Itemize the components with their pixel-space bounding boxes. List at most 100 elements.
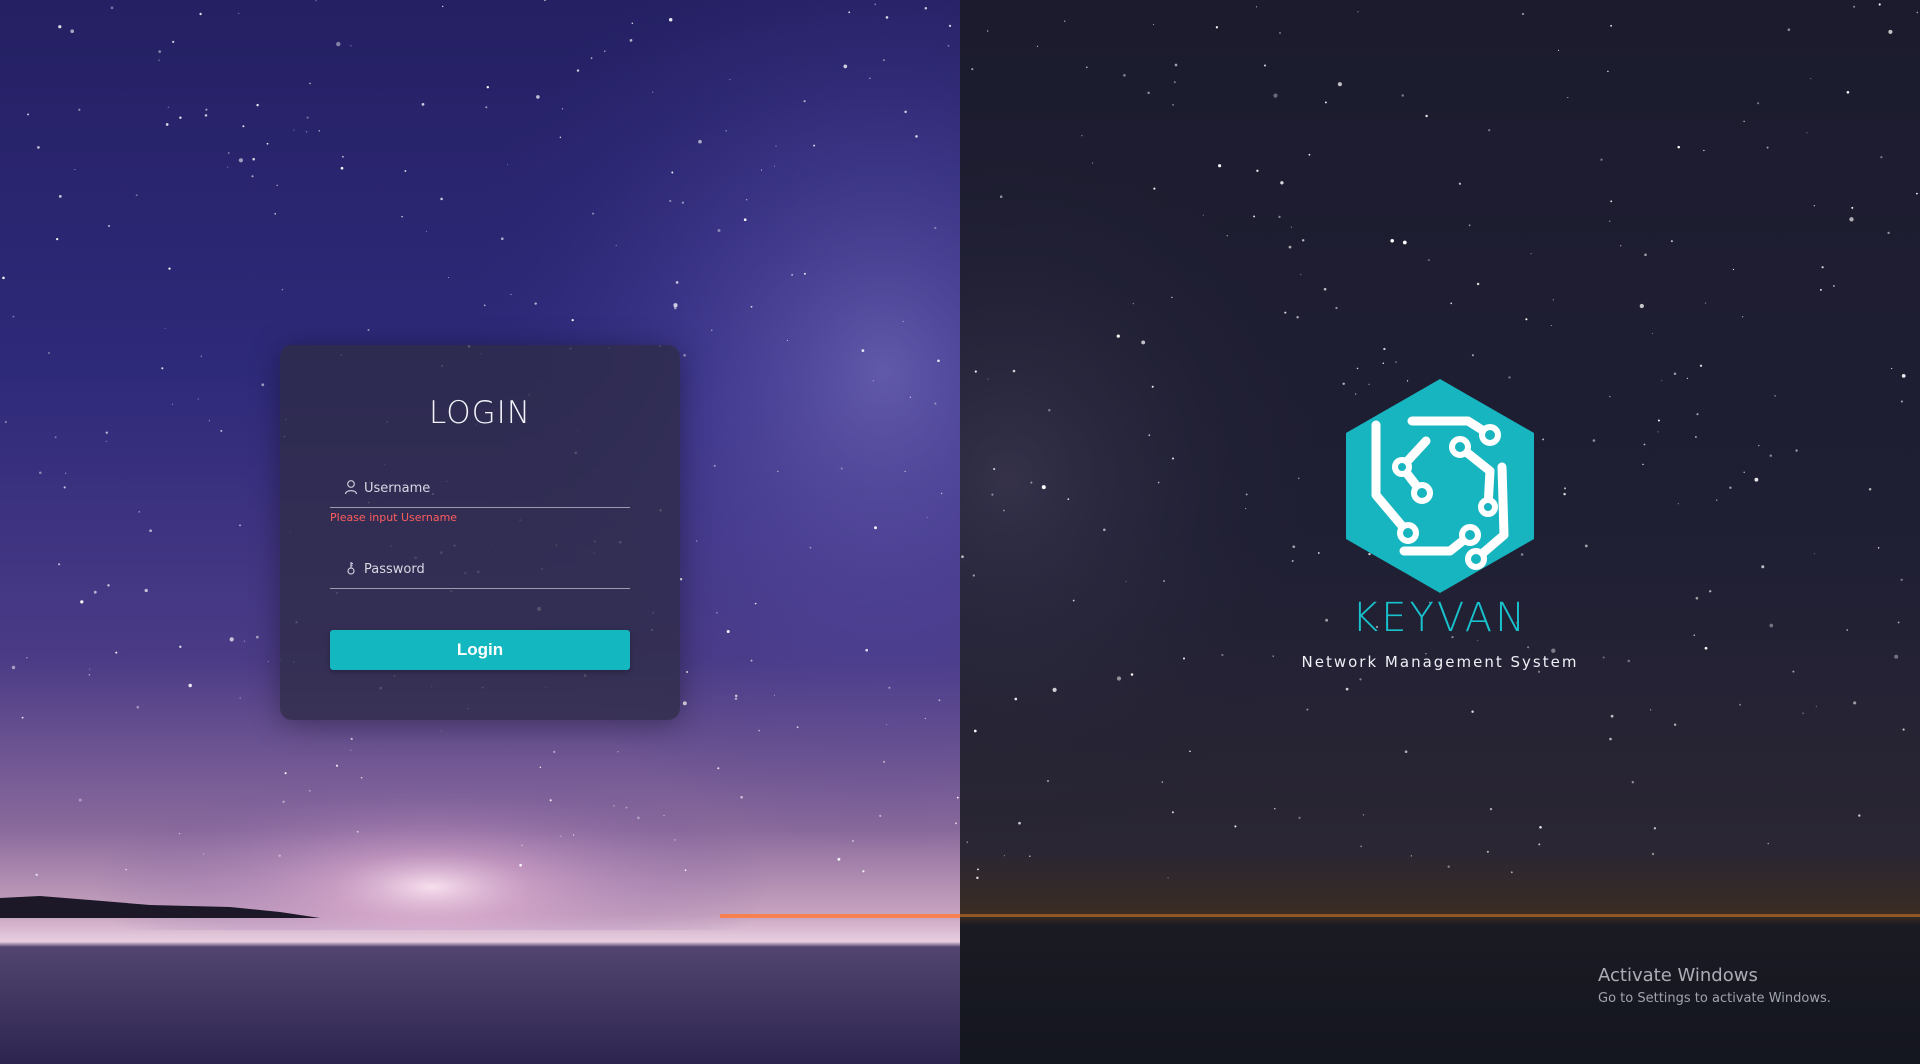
star — [773, 165, 776, 167]
star — [39, 471, 42, 474]
star — [915, 135, 918, 138]
star — [1657, 431, 1659, 433]
star — [360, 776, 363, 779]
star — [592, 212, 595, 215]
star — [188, 683, 192, 688]
star — [1447, 865, 1450, 868]
star — [238, 158, 244, 163]
star — [1642, 463, 1644, 466]
star — [760, 169, 763, 171]
star — [11, 665, 16, 670]
star — [1382, 362, 1385, 364]
star — [274, 213, 276, 215]
star — [671, 171, 674, 174]
username-field[interactable] — [330, 473, 630, 508]
star — [1018, 821, 1021, 825]
star — [1401, 94, 1404, 97]
password-input[interactable] — [364, 558, 624, 580]
star — [1395, 361, 1397, 363]
star — [1699, 364, 1703, 367]
star — [1693, 634, 1696, 637]
star — [1471, 710, 1474, 713]
star — [179, 645, 182, 649]
star — [1756, 102, 1760, 105]
star — [70, 29, 75, 34]
star — [879, 814, 882, 817]
star — [717, 228, 721, 233]
star — [909, 396, 912, 398]
star — [138, 511, 140, 513]
star — [1639, 303, 1644, 309]
star — [202, 853, 205, 855]
star — [1410, 855, 1412, 857]
star — [293, 129, 295, 131]
username-input[interactable] — [364, 477, 624, 499]
star — [125, 868, 127, 871]
star — [164, 327, 166, 329]
star — [938, 699, 941, 702]
star — [1815, 705, 1817, 707]
star — [1670, 240, 1673, 243]
star — [1802, 712, 1804, 714]
star — [1819, 288, 1822, 291]
star — [717, 767, 720, 770]
star — [500, 237, 504, 241]
star — [200, 355, 203, 358]
star — [715, 611, 718, 614]
star — [1806, 132, 1808, 134]
star — [1234, 825, 1237, 828]
star — [536, 95, 540, 99]
star — [734, 697, 738, 701]
star — [227, 166, 229, 168]
star — [999, 195, 1003, 198]
star — [956, 796, 959, 799]
star — [1116, 676, 1122, 681]
star — [1619, 244, 1622, 247]
star — [966, 841, 969, 843]
star — [108, 225, 110, 227]
star — [1029, 855, 1031, 857]
star — [1284, 311, 1287, 314]
star — [1858, 814, 1861, 817]
star — [1125, 581, 1127, 583]
star — [251, 175, 254, 178]
star — [674, 839, 676, 841]
star — [1263, 64, 1267, 67]
star — [924, 717, 926, 720]
star — [335, 764, 339, 767]
star — [1709, 590, 1712, 593]
star — [725, 130, 727, 132]
star — [1085, 66, 1088, 69]
star — [843, 64, 848, 69]
star — [683, 354, 686, 357]
star — [27, 113, 30, 116]
star — [1450, 302, 1453, 305]
star — [1610, 714, 1614, 718]
star — [1048, 409, 1051, 412]
star — [629, 39, 633, 42]
star — [539, 766, 542, 768]
star — [80, 600, 84, 604]
star — [947, 44, 950, 47]
star — [63, 486, 66, 489]
star — [775, 145, 777, 147]
star — [961, 555, 964, 559]
star — [519, 863, 522, 867]
watermark-subtitle: Go to Settings to activate Windows. — [1598, 991, 1831, 1006]
star — [1916, 192, 1918, 195]
star — [1661, 380, 1663, 382]
star — [1151, 385, 1154, 388]
star — [631, 22, 634, 25]
star — [1853, 5, 1856, 8]
star — [266, 142, 269, 145]
star — [1218, 164, 1222, 168]
star — [1651, 852, 1655, 856]
star — [1157, 481, 1160, 484]
login-button[interactable]: Login — [330, 630, 630, 670]
password-field[interactable] — [330, 554, 630, 589]
star — [37, 146, 40, 149]
star — [534, 302, 537, 305]
key-icon — [344, 560, 358, 576]
star — [1890, 367, 1893, 370]
star — [220, 429, 223, 432]
